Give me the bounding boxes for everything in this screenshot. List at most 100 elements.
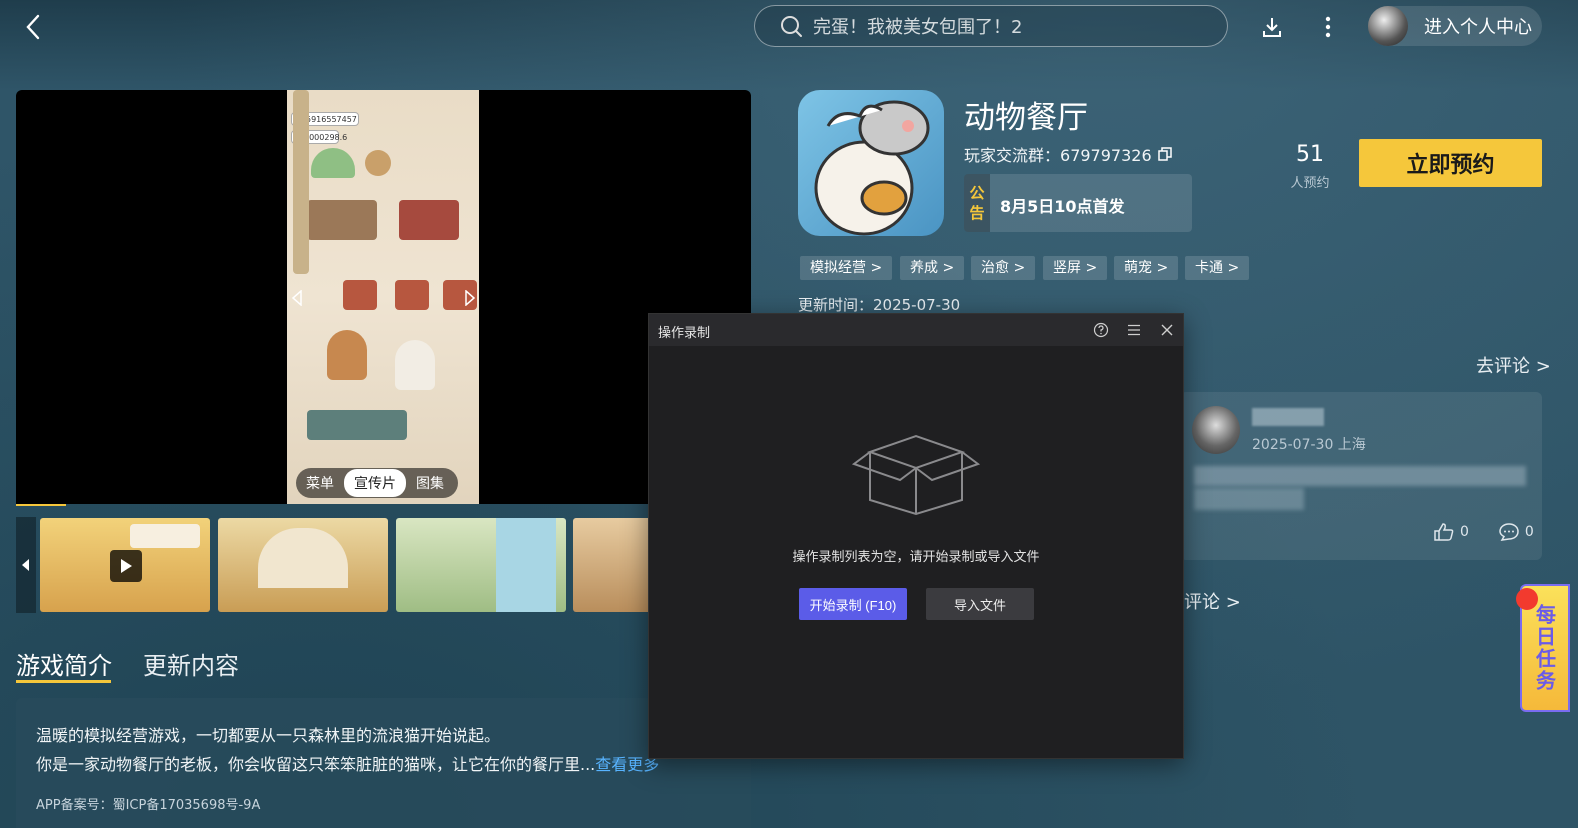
tab-update-content[interactable]: 更新内容 xyxy=(143,646,239,681)
reserve-count: 51 xyxy=(1296,142,1324,167)
reply-count: 0 xyxy=(1524,524,1534,540)
cat-mascot-icon xyxy=(814,100,930,236)
play-button[interactable] xyxy=(110,550,142,582)
recorder-help-button[interactable] xyxy=(1091,320,1111,340)
tag-cartoon[interactable]: 卡通 > xyxy=(1185,256,1250,280)
chevron-left-icon xyxy=(26,14,40,40)
search-input[interactable]: 完蛋！我被美女包围了！2 xyxy=(813,13,1022,39)
tag-vertical[interactable]: 竖屏 > xyxy=(1043,256,1108,280)
scene-dome xyxy=(311,148,355,178)
search-bar[interactable]: 完蛋！我被美女包围了！2 xyxy=(754,5,1228,47)
reserve-button[interactable]: 立即预约 xyxy=(1359,139,1542,187)
thumb-water xyxy=(496,518,556,612)
download-icon xyxy=(1263,18,1281,37)
icp-record: APP备案号：蜀ICP备17035698号-9A xyxy=(36,798,261,813)
tab-active-indicator xyxy=(16,680,111,683)
thumb-house xyxy=(258,528,348,588)
download-button[interactable] xyxy=(1257,12,1287,42)
intro-line-2: 你是一家动物餐厅的老板，你会收留这只笨笨脏脏的猫咪，让它在你的餐厅里...查看更… xyxy=(36,751,659,775)
caret-left-icon xyxy=(22,559,29,571)
reserve-label: 人预约 xyxy=(1290,176,1330,191)
help-icon xyxy=(1093,322,1109,338)
video-next-icon[interactable] xyxy=(464,290,476,306)
commenter-name-blurred xyxy=(1252,408,1324,426)
go-comment-link[interactable]: 去评论 > xyxy=(1476,352,1551,378)
tag-sim[interactable]: 模拟经营 > xyxy=(800,256,893,280)
copy-icon[interactable] xyxy=(1157,147,1172,161)
scene-clock xyxy=(365,150,391,176)
group-label: 玩家交流群： xyxy=(964,146,1061,165)
tab-game-intro[interactable]: 游戏简介 xyxy=(16,646,112,681)
scene-bar xyxy=(307,410,407,440)
menu-icon xyxy=(1128,324,1140,336)
operation-recorder-dialog: 操作录制 操作录制列表为空，请开始录制或导入文件 开始录制 (F10) 导入文件 xyxy=(648,313,1184,759)
tag-heal[interactable]: 治愈 > xyxy=(971,256,1036,280)
notification-dot xyxy=(1516,588,1538,610)
recorder-empty-message: 操作录制列表为空，请开始录制或导入文件 xyxy=(792,550,1040,565)
video-tab-menu[interactable]: 菜单 xyxy=(296,469,344,497)
thumbnail-strip xyxy=(16,517,656,613)
thumbnail-1[interactable] xyxy=(40,518,210,612)
game-title: 动物餐厅 xyxy=(964,100,1088,136)
intro-line-2-text: 你是一家动物餐厅的老板，你会收留这只笨笨脏脏的猫咪，让它在你的餐厅里... xyxy=(36,755,596,774)
back-button[interactable] xyxy=(18,12,48,42)
video-tab-gallery[interactable]: 图集 xyxy=(406,469,454,497)
scene-pillar xyxy=(293,90,309,274)
like-count: 0 xyxy=(1460,524,1469,540)
announcement-text: 8月5日10点首发 xyxy=(1000,197,1125,216)
scene-stove-1 xyxy=(343,280,377,310)
recorder-menu-button[interactable] xyxy=(1124,320,1144,340)
comment-actions: 0 0 xyxy=(1434,523,1534,541)
game-icon xyxy=(798,90,944,236)
thumbnail-prev-button[interactable] xyxy=(16,517,36,613)
announcement[interactable]: 公告 8月5日10点首发 xyxy=(964,174,1192,232)
empty-box-icon xyxy=(852,434,981,516)
commenter-avatar xyxy=(1192,406,1240,454)
user-center-button[interactable]: 进入个人中心 xyxy=(1368,6,1542,46)
scene-cat-2 xyxy=(395,340,435,390)
thumb-logo xyxy=(130,524,200,548)
recorder-title: 操作录制 xyxy=(658,326,711,341)
video-progress xyxy=(16,504,66,506)
scene-cat-1 xyxy=(327,330,367,380)
player-group: 玩家交流群：679797326 xyxy=(964,142,1172,166)
thumbnail-3[interactable] xyxy=(396,518,566,612)
play-icon xyxy=(121,559,132,573)
more-menu-button[interactable] xyxy=(1313,12,1343,42)
video-player[interactable]: 5916557457 1000298.6 xyxy=(16,90,751,504)
scene-stove-2 xyxy=(395,280,429,310)
video-frame: 5916557457 1000298.6 xyxy=(287,90,479,504)
more-vertical-icon xyxy=(1325,16,1331,38)
comment-text-blurred-2 xyxy=(1194,488,1304,510)
video-prev-icon[interactable] xyxy=(291,290,303,306)
scene-counter xyxy=(399,200,459,240)
scene-table xyxy=(307,200,377,240)
tag-raise[interactable]: 养成 > xyxy=(900,256,965,280)
recorder-close-button[interactable] xyxy=(1157,320,1177,340)
import-file-button[interactable]: 导入文件 xyxy=(926,588,1034,620)
user-avatar xyxy=(1368,6,1408,46)
tag-pet[interactable]: 萌宠 > xyxy=(1114,256,1179,280)
top-bar: 完蛋！我被美女包围了！2 进入个人中心 xyxy=(0,0,1578,56)
close-icon xyxy=(1161,324,1173,336)
comment-bubble-icon[interactable] xyxy=(1499,523,1519,541)
comment-card: 2025-07-30 上海 0 0 xyxy=(1180,392,1542,560)
announcement-tag: 公告 xyxy=(964,174,990,232)
group-text: 玩家交流群：679797326 xyxy=(964,142,1152,166)
search-icon xyxy=(781,16,802,37)
recorder-header: 操作录制 xyxy=(649,314,1183,346)
thumbs-up-icon[interactable] xyxy=(1434,523,1454,541)
thumbnail-4[interactable] xyxy=(573,518,656,612)
video-tabs: 菜单 宣传片 图集 xyxy=(296,468,458,498)
update-time: 更新时间：2025-07-30 xyxy=(798,296,961,314)
more-comments-link[interactable]: 评论 > xyxy=(1184,588,1241,614)
intro-box: 温暖的模拟经营游戏，一切都要从一只森林里的流浪猫开始说起。 你是一家动物餐厅的老… xyxy=(16,698,751,828)
comment-date: 2025-07-30 上海 xyxy=(1252,437,1366,453)
comment-text-blurred xyxy=(1194,466,1526,486)
start-recording-button[interactable]: 开始录制 (F10) xyxy=(799,588,907,620)
group-id: 679797326 xyxy=(1060,146,1152,165)
video-tab-trailer[interactable]: 宣传片 xyxy=(344,469,406,497)
intro-line-1: 温暖的模拟经营游戏，一切都要从一只森林里的流浪猫开始说起。 xyxy=(36,726,501,745)
thumbnail-2[interactable] xyxy=(218,518,388,612)
user-center-label: 进入个人中心 xyxy=(1424,17,1532,38)
